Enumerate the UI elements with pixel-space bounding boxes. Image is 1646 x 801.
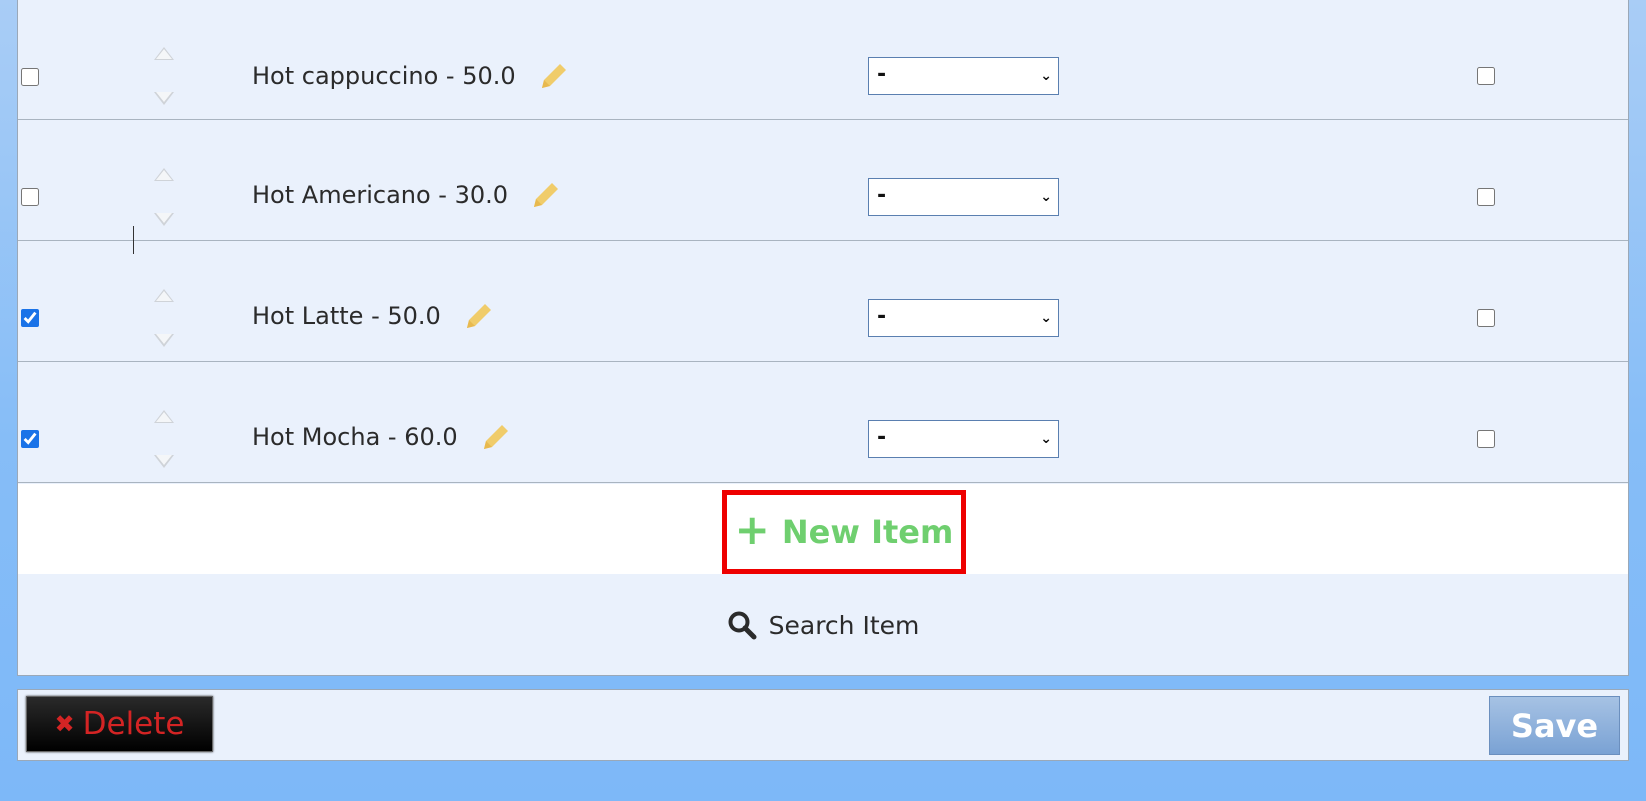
move-up-icon[interactable]	[154, 47, 174, 60]
row-option-checkbox[interactable]	[1477, 188, 1495, 206]
search-item-label: Search Item	[768, 610, 920, 640]
search-icon	[728, 611, 757, 640]
move-up-icon[interactable]	[154, 410, 174, 423]
list-item: Hot cappuccino - 50.0 - ⌄	[18, 0, 1628, 120]
close-icon: ✖	[54, 710, 75, 738]
move-down-icon[interactable]	[154, 92, 174, 105]
item-label-row: Hot cappuccino - 50.0	[252, 60, 570, 92]
save-label: Save	[1510, 706, 1599, 745]
category-select[interactable]: - ⌄	[868, 299, 1059, 337]
search-item-button[interactable]: Search Item	[18, 610, 1628, 640]
move-up-icon[interactable]	[154, 289, 174, 302]
text-cursor	[133, 226, 134, 254]
item-label-row: Hot Americano - 30.0	[252, 179, 562, 211]
delete-label: Delete	[82, 706, 185, 742]
move-up-icon[interactable]	[154, 168, 174, 181]
chevron-down-icon: ⌄	[1040, 68, 1052, 84]
item-name: Hot cappuccino - 50.0	[252, 62, 516, 90]
move-down-icon[interactable]	[154, 334, 174, 347]
footer-bar: ✖ Delete Save	[17, 689, 1629, 761]
select-value: -	[877, 62, 887, 87]
row-select-checkbox[interactable]	[21, 68, 39, 86]
move-down-icon[interactable]	[154, 455, 174, 468]
row-option-checkbox[interactable]	[1477, 430, 1495, 448]
new-item-label: New Item	[781, 513, 954, 551]
edit-pencil-icon[interactable]	[480, 421, 512, 453]
row-select-checkbox[interactable]	[21, 430, 39, 448]
move-down-icon[interactable]	[154, 213, 174, 226]
save-button[interactable]: Save	[1489, 696, 1620, 755]
list-item: Hot Latte - 50.0 - ⌄	[18, 242, 1628, 362]
chevron-down-icon: ⌄	[1040, 431, 1052, 447]
category-select[interactable]: - ⌄	[868, 57, 1059, 95]
row-select-checkbox[interactable]	[21, 309, 39, 327]
select-value: -	[877, 183, 887, 208]
select-value: -	[877, 304, 887, 329]
item-label-row: Hot Latte - 50.0	[252, 300, 495, 332]
list-item: Hot Americano - 30.0 - ⌄	[18, 121, 1628, 241]
chevron-down-icon: ⌄	[1040, 310, 1052, 326]
item-name: Hot Mocha - 60.0	[252, 423, 458, 451]
plus-icon: +	[734, 505, 770, 554]
select-value: -	[877, 425, 887, 450]
item-name: Hot Latte - 50.0	[252, 302, 441, 330]
item-label-row: Hot Mocha - 60.0	[252, 421, 512, 453]
new-item-button[interactable]: + New Item	[722, 490, 966, 574]
chevron-down-icon: ⌄	[1040, 189, 1052, 205]
menu-items-panel: Hot cappuccino - 50.0 - ⌄ Hot Americano …	[17, 0, 1629, 676]
delete-button[interactable]: ✖ Delete	[26, 696, 213, 752]
row-option-checkbox[interactable]	[1477, 309, 1495, 327]
category-select[interactable]: - ⌄	[868, 420, 1059, 458]
edit-pencil-icon[interactable]	[463, 300, 495, 332]
item-name: Hot Americano - 30.0	[252, 181, 509, 209]
edit-pencil-icon[interactable]	[530, 179, 562, 211]
row-option-checkbox[interactable]	[1477, 67, 1495, 85]
category-select[interactable]: - ⌄	[868, 178, 1059, 216]
edit-pencil-icon[interactable]	[538, 60, 570, 92]
list-item: Hot Mocha - 60.0 - ⌄	[18, 363, 1628, 483]
row-select-checkbox[interactable]	[21, 188, 39, 206]
